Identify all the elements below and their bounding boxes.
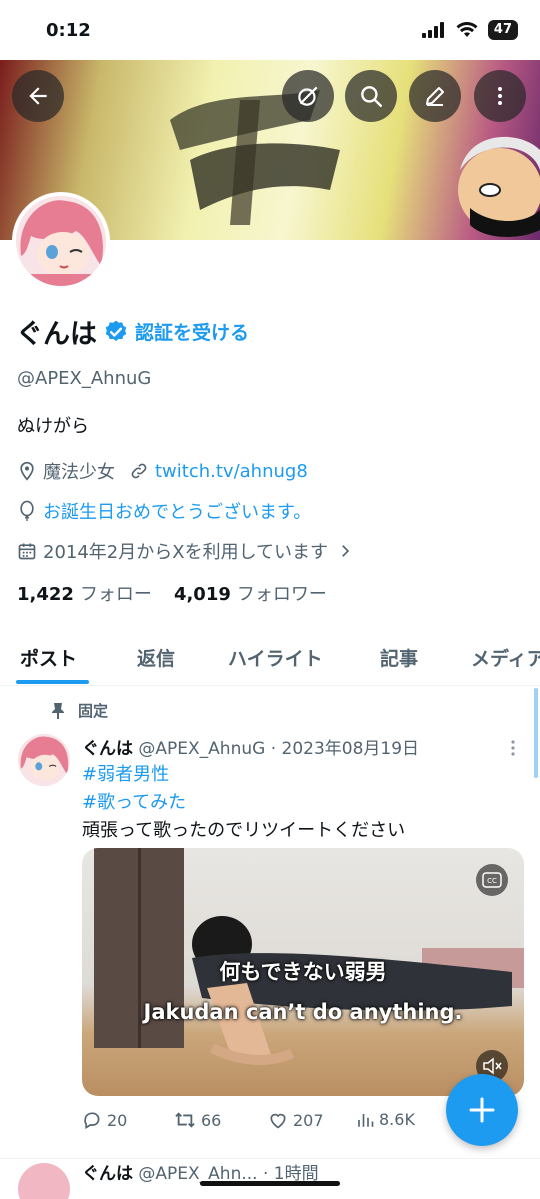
followers-label: フォロワー bbox=[236, 584, 327, 605]
profile-name: ぐんは bbox=[16, 319, 97, 350]
pinned-label: 固定 bbox=[78, 702, 109, 720]
scrollbar[interactable] bbox=[534, 688, 538, 778]
cc-icon: CC bbox=[482, 872, 502, 888]
post-more-icon[interactable] bbox=[506, 738, 520, 758]
profile-birthday[interactable]: お誕生日おめでとうございます。 bbox=[43, 498, 311, 524]
banner-calligraphy bbox=[170, 90, 340, 225]
post-avatar-image bbox=[18, 734, 70, 786]
followers-link[interactable]: 4,019 フォロワー bbox=[174, 580, 327, 606]
compose-post-button[interactable] bbox=[446, 1074, 518, 1146]
calendar-icon bbox=[18, 543, 36, 560]
following-link[interactable]: 1,422 フォロー bbox=[17, 580, 152, 606]
active-tab-indicator bbox=[16, 680, 89, 684]
grok-button[interactable] bbox=[282, 70, 334, 122]
like-icon bbox=[270, 1113, 286, 1129]
profile-birthday-row: お誕生日おめでとうございます。 bbox=[17, 498, 311, 524]
svg-text:CC: CC bbox=[487, 877, 497, 885]
views-icon bbox=[358, 1113, 374, 1127]
slash-circle-icon bbox=[298, 86, 318, 106]
hashtag-link[interactable]: #弱者男性 bbox=[82, 760, 169, 786]
video-caption-japanese: 何もできない弱男 bbox=[219, 960, 387, 984]
pinned-indicator: 固定 bbox=[50, 700, 108, 721]
search-icon bbox=[361, 86, 382, 107]
tab-articles[interactable]: 記事 bbox=[380, 644, 418, 671]
follow-stats: 1,422 フォロー 4,019 フォロワー bbox=[17, 580, 327, 606]
video-caption-english: Jakudan can’t do anything. bbox=[143, 1000, 463, 1024]
avatar-image bbox=[16, 196, 106, 286]
status-icons: 47 bbox=[421, 20, 518, 40]
back-arrow-icon bbox=[29, 87, 47, 105]
profile-avatar[interactable] bbox=[12, 192, 110, 290]
like-count: 207 bbox=[293, 1110, 324, 1130]
post-video[interactable]: 何もできない弱男 Jakudan can’t do anything. CC bbox=[82, 848, 524, 1096]
following-count: 1,422 bbox=[17, 584, 74, 605]
tab-highlights[interactable]: ハイライト bbox=[228, 644, 323, 671]
profile-joined-date: 2014年2月からXを利用しています bbox=[43, 542, 329, 563]
post-actions: 20 66 207 8.6K bbox=[82, 1110, 452, 1136]
reply-icon bbox=[84, 1112, 100, 1129]
next-post-avatar bbox=[18, 1163, 70, 1199]
profile-tabs: ポスト 返信 ハイライト 記事 メディア bbox=[0, 628, 540, 686]
views-count: 8.6K bbox=[379, 1110, 415, 1129]
edit-button[interactable] bbox=[409, 70, 461, 122]
hashtag-link[interactable]: #歌ってみた bbox=[82, 788, 186, 814]
next-post-preview[interactable]: ぐんは @APEX_Ahn... · 1時間 bbox=[0, 1158, 540, 1199]
profile-handle: @APEX_AhnuG bbox=[17, 368, 152, 389]
chevron-right-icon bbox=[342, 545, 350, 557]
views-action[interactable]: 8.6K bbox=[356, 1110, 415, 1129]
post-header: ぐんは @APEX_AhnuG · 2023年08月19日 bbox=[82, 734, 419, 759]
balloon-icon bbox=[20, 500, 34, 521]
verified-badge-icon bbox=[105, 320, 127, 341]
post-author-avatar[interactable] bbox=[18, 734, 70, 786]
tab-media[interactable]: メディア bbox=[471, 644, 540, 671]
captions-button[interactable]: CC bbox=[476, 864, 508, 896]
profile-meta-row: 魔法少女 twitch.tv/ahnug8 bbox=[17, 458, 308, 484]
signal-icon bbox=[421, 22, 444, 38]
pin-icon bbox=[52, 702, 64, 719]
following-label: フォロー bbox=[79, 584, 152, 605]
battery-indicator: 47 bbox=[487, 20, 518, 40]
mute-icon bbox=[483, 1057, 502, 1075]
profile-bio: ぬけがら bbox=[17, 416, 89, 437]
search-button[interactable] bbox=[345, 70, 397, 122]
post-author-name[interactable]: ぐんは bbox=[82, 739, 133, 759]
profile-location: 魔法少女 bbox=[43, 462, 115, 483]
next-post-author: ぐんは bbox=[82, 1164, 133, 1184]
post-meta: @APEX_AhnuG · 2023年08月19日 bbox=[138, 739, 420, 759]
get-verified-link[interactable]: 認証を受ける bbox=[135, 318, 249, 345]
banner-character-art bbox=[458, 136, 540, 237]
edit-pencil-icon bbox=[426, 87, 444, 106]
status-time: 0:12 bbox=[46, 20, 91, 41]
post-text: 頑張って歌ったのでリツイートください bbox=[82, 820, 406, 841]
back-button[interactable] bbox=[12, 70, 64, 122]
repost-icon bbox=[175, 1112, 195, 1128]
status-bar: 0:12 47 bbox=[0, 0, 540, 60]
link-icon bbox=[131, 463, 147, 479]
repost-action[interactable]: 66 bbox=[174, 1110, 221, 1130]
tab-posts[interactable]: ポスト bbox=[20, 644, 77, 671]
profile-joined-row[interactable]: 2014年2月からXを利用しています bbox=[17, 538, 354, 564]
reply-count: 20 bbox=[107, 1110, 128, 1130]
reply-action[interactable]: 20 bbox=[82, 1110, 127, 1130]
location-icon bbox=[20, 461, 34, 481]
like-action[interactable]: 207 bbox=[268, 1110, 324, 1130]
home-indicator[interactable] bbox=[200, 1181, 340, 1186]
repost-count: 66 bbox=[201, 1110, 222, 1130]
plus-icon bbox=[469, 1097, 495, 1123]
profile-website-link[interactable]: twitch.tv/ahnug8 bbox=[155, 461, 308, 482]
more-options-button[interactable] bbox=[474, 70, 526, 122]
profile-name-row: ぐんは 認証を受ける bbox=[16, 312, 249, 351]
followers-count: 4,019 bbox=[173, 584, 231, 605]
more-vertical-icon bbox=[498, 87, 502, 105]
tab-replies[interactable]: 返信 bbox=[137, 644, 175, 671]
wifi-icon bbox=[456, 22, 478, 37]
